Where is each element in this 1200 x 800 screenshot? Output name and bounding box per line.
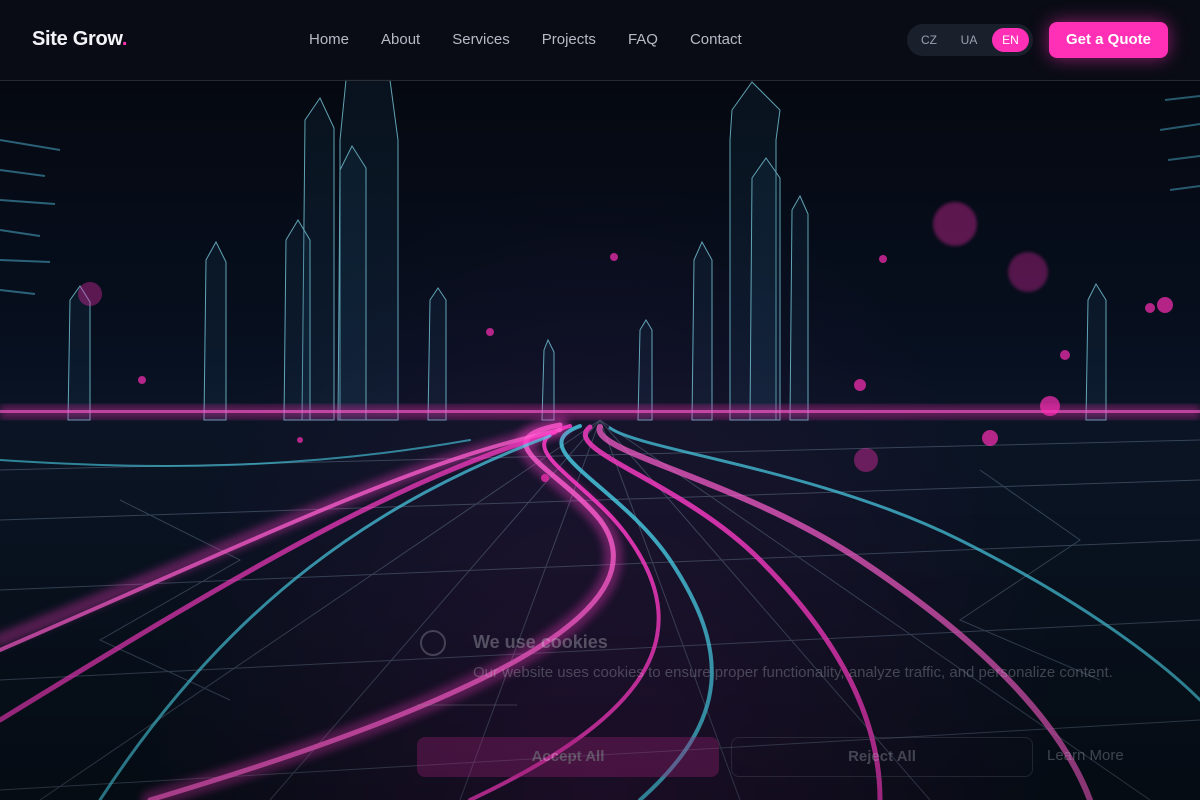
- site-logo[interactable]: Site Grow.: [32, 28, 128, 51]
- accept-all-button[interactable]: Accept All: [417, 737, 719, 777]
- logo-dot: .: [121, 28, 128, 50]
- cookie-banner-title: We use cookies: [473, 632, 608, 652]
- nav-link-faq[interactable]: FAQ: [628, 31, 658, 48]
- cookie-banner-divider: [417, 704, 517, 706]
- language-switcher: CZ UA EN: [907, 24, 1033, 56]
- nav-link-home[interactable]: Home: [309, 31, 349, 48]
- learn-more-link[interactable]: Learn More: [1047, 747, 1124, 764]
- cookie-banner: We use cookies Our website uses cookies …: [400, 610, 1180, 800]
- cookie-icon: [420, 630, 446, 656]
- main-nav: Home About Services Projects FAQ Contact: [309, 31, 742, 48]
- reject-all-button[interactable]: Reject All: [731, 737, 1033, 777]
- logo-text: Site Grow: [32, 28, 122, 50]
- nav-link-projects[interactable]: Projects: [542, 31, 596, 48]
- get-a-quote-button[interactable]: Get a Quote: [1049, 22, 1168, 58]
- language-option-cz[interactable]: CZ: [913, 28, 945, 52]
- nav-link-services[interactable]: Services: [452, 31, 510, 48]
- language-option-ua[interactable]: UA: [953, 28, 985, 52]
- language-option-en[interactable]: EN: [992, 28, 1029, 52]
- site-header: Site Grow. Home About Services Projects …: [0, 0, 1200, 81]
- cookie-banner-text: Our website uses cookies to ensure prope…: [473, 664, 1113, 681]
- nav-link-contact[interactable]: Contact: [690, 31, 742, 48]
- nav-link-about[interactable]: About: [381, 31, 420, 48]
